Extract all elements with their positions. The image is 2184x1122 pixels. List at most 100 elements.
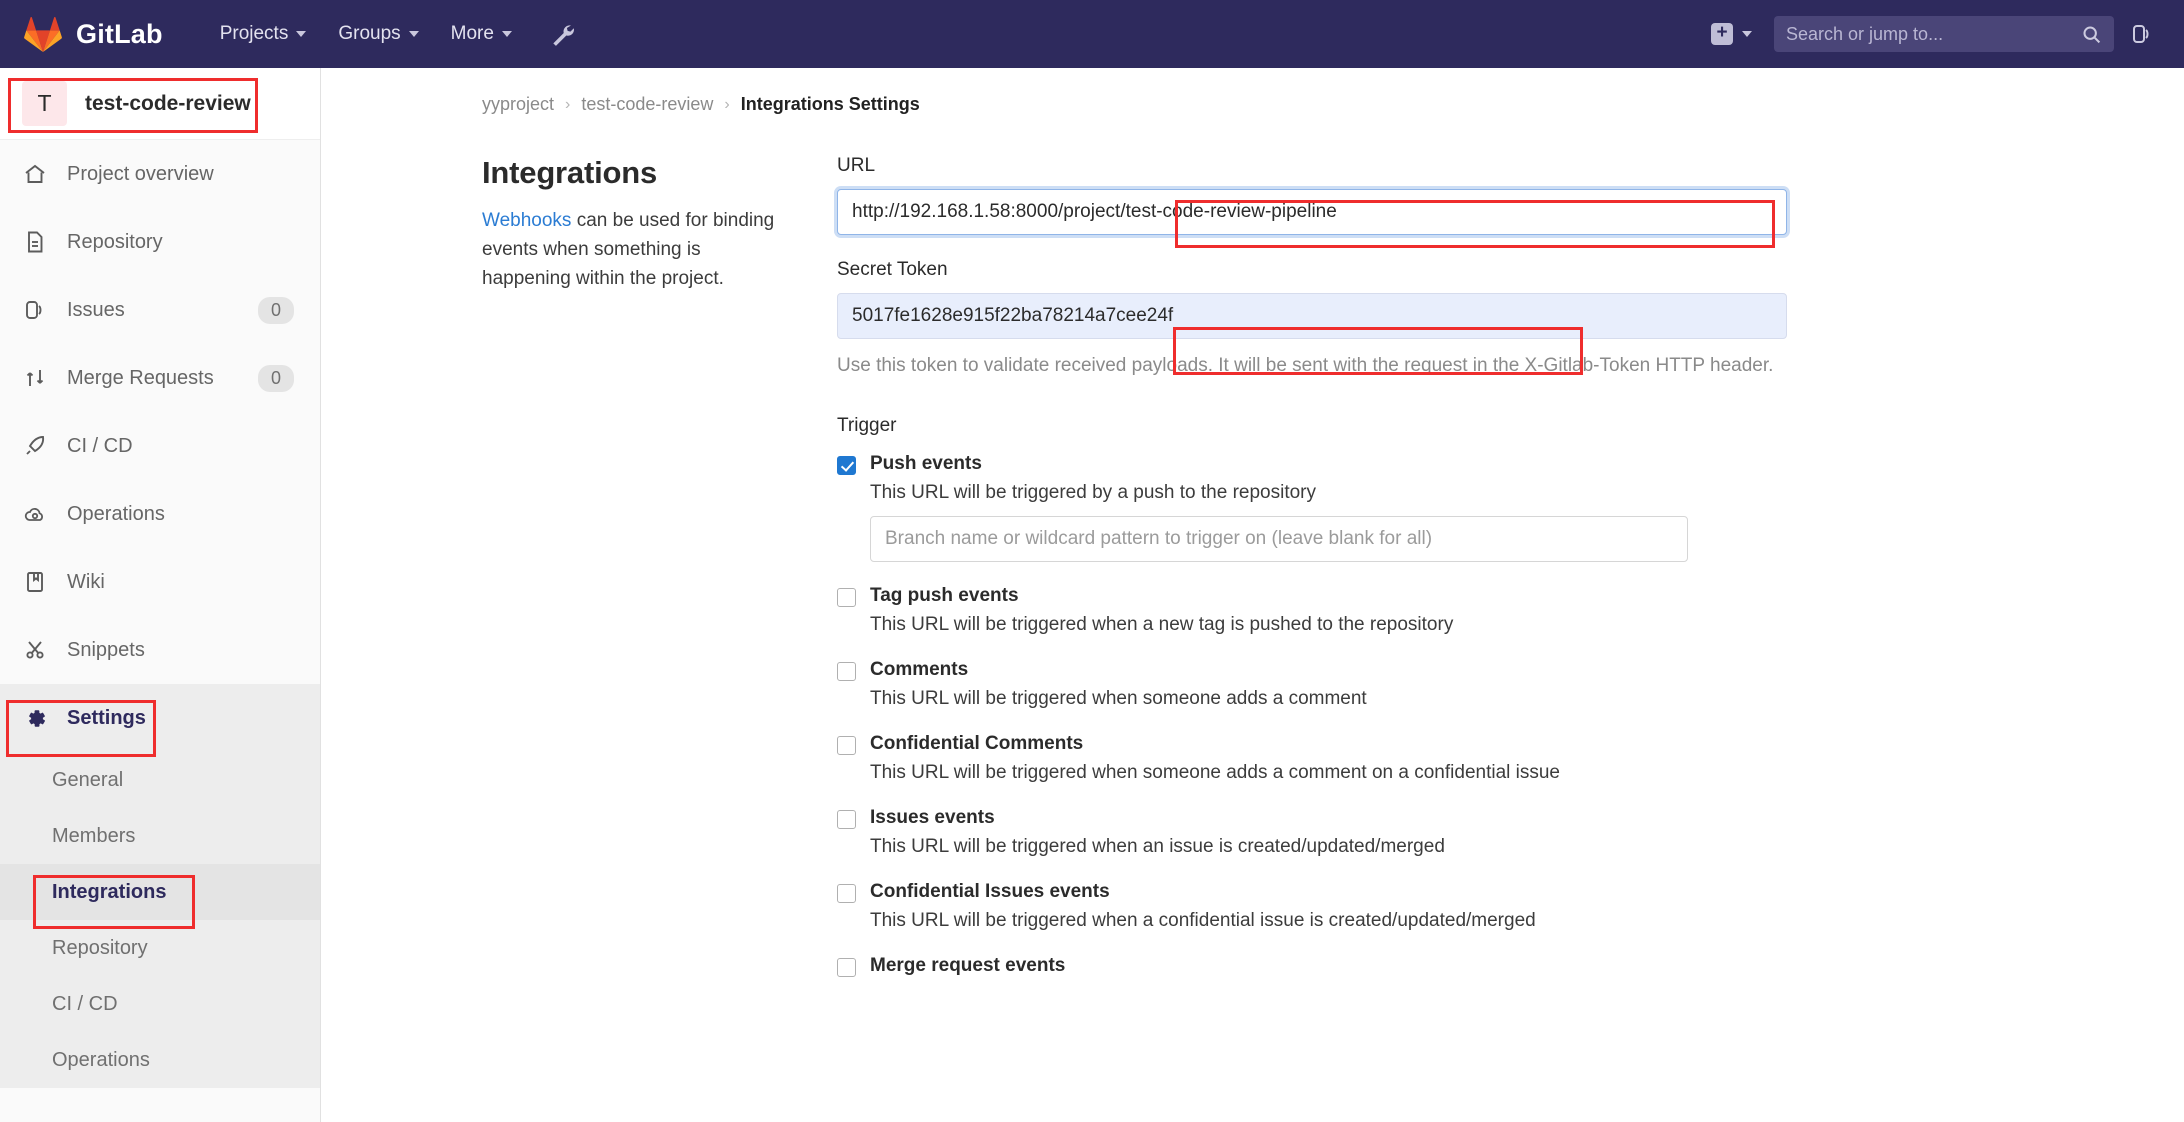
push-events-description: This URL will be triggered by a push to … xyxy=(870,481,1317,503)
merge-request-events-label[interactable]: Merge request events xyxy=(870,955,1065,977)
chevron-down-icon xyxy=(1742,31,1752,37)
push-events-branch-input[interactable] xyxy=(870,515,1688,562)
breadcrumb-separator-icon: › xyxy=(724,95,730,113)
project-header[interactable]: T test-code-review xyxy=(0,68,320,140)
issues-shortcut-button[interactable] xyxy=(2118,14,2166,54)
wrench-icon xyxy=(553,25,574,46)
global-search[interactable] xyxy=(1774,16,2114,52)
sidebar-item-snippets[interactable]: Snippets xyxy=(0,616,320,684)
issues-events-label[interactable]: Issues events xyxy=(870,807,995,829)
project-sidebar: T test-code-review Project overview Repo… xyxy=(0,68,321,1122)
confidential-issues-events-description: This URL will be triggered when a confid… xyxy=(870,909,1536,931)
rocket-icon xyxy=(22,433,48,459)
search-input[interactable] xyxy=(1786,23,2081,45)
sidebar-sublabel: Integrations xyxy=(52,880,167,903)
webhooks-link[interactable]: Webhooks xyxy=(482,210,571,231)
confidential-comments-checkbox[interactable] xyxy=(837,735,856,755)
search-icon xyxy=(2083,25,2101,43)
url-label: URL xyxy=(837,155,876,176)
sidebar-sublabel: Operations xyxy=(52,1048,150,1071)
sidebar-sublabel: General xyxy=(52,768,124,791)
sidebar-label: Issues xyxy=(67,298,125,321)
sidebar-label: CI / CD xyxy=(67,434,133,457)
confidential-comments-label[interactable]: Confidential Comments xyxy=(870,733,1083,755)
sidebar-item-repository[interactable]: Repository xyxy=(0,208,320,276)
sidebar-item-settings-cicd[interactable]: CI / CD xyxy=(0,976,320,1032)
trigger-push-events: Push events This URL will be triggered b… xyxy=(837,453,1787,562)
sidebar-label: Snippets xyxy=(67,638,145,661)
top-navbar: GitLab Projects Groups More + xyxy=(0,0,2184,68)
url-input[interactable] xyxy=(837,189,1787,235)
issues-icon xyxy=(22,297,48,323)
secret-token-field-group: Secret Token Use this token to validate … xyxy=(837,259,1787,381)
trigger-merge-request-events: Merge request events xyxy=(837,955,1787,977)
confidential-issues-events-label[interactable]: Confidential Issues events xyxy=(870,881,1110,903)
tag-push-events-label[interactable]: Tag push events xyxy=(870,585,1019,607)
sidebar-item-settings-integrations[interactable]: Integrations xyxy=(0,864,320,920)
document-icon xyxy=(22,229,48,255)
push-events-checkbox[interactable] xyxy=(837,455,856,475)
confidential-issues-events-checkbox[interactable] xyxy=(837,883,856,903)
sidebar-label: Repository xyxy=(67,230,163,253)
issues-events-checkbox[interactable] xyxy=(837,809,856,829)
sidebar-item-wiki[interactable]: Wiki xyxy=(0,548,320,616)
trigger-tag-push-events: Tag push events This URL will be trigger… xyxy=(837,585,1787,636)
breadcrumb-current: Integrations Settings xyxy=(740,94,920,114)
tag-push-events-checkbox[interactable] xyxy=(837,587,856,607)
sidebar-item-operations[interactable]: Operations xyxy=(0,480,320,548)
nav-groups[interactable]: Groups xyxy=(325,14,431,54)
nav-groups-label: Groups xyxy=(338,23,401,44)
merge-request-events-checkbox[interactable] xyxy=(837,957,856,977)
comments-label[interactable]: Comments xyxy=(870,659,968,681)
settings-section: Settings General Members Integrations Re… xyxy=(0,684,320,1088)
sidebar-item-settings-operations[interactable]: Operations xyxy=(0,1032,320,1088)
sidebar-label: Wiki xyxy=(67,570,105,593)
merge-requests-count-badge: 0 xyxy=(257,364,294,392)
gitlab-home-link[interactable]: GitLab xyxy=(0,16,163,52)
chevron-down-icon xyxy=(296,31,307,37)
navbar-right-actions: + xyxy=(1701,14,2184,54)
trigger-confidential-comments: Confidential Comments This URL will be t… xyxy=(837,733,1787,784)
scissors-icon xyxy=(22,637,48,663)
sidebar-item-merge-requests[interactable]: Merge Requests 0 xyxy=(0,344,320,412)
push-events-label[interactable]: Push events xyxy=(870,453,982,475)
sidebar-label: Project overview xyxy=(67,162,214,185)
issues-icon xyxy=(2133,25,2149,43)
main-content: yyproject › test-code-review › Integrati… xyxy=(322,68,2184,1122)
page-description: Webhooks can be used for binding events … xyxy=(482,207,791,294)
sidebar-label: Operations xyxy=(67,502,165,525)
sidebar-item-issues[interactable]: Issues 0 xyxy=(0,276,320,344)
sidebar-item-project-overview[interactable]: Project overview xyxy=(0,140,320,208)
sidebar-item-settings-general[interactable]: General xyxy=(0,752,320,808)
sidebar-sublabel: CI / CD xyxy=(52,992,118,1015)
plus-square-icon: + xyxy=(1711,23,1733,45)
breadcrumb-group[interactable]: yyproject xyxy=(482,94,554,115)
book-icon xyxy=(22,569,48,595)
sidebar-item-ci-cd[interactable]: CI / CD xyxy=(0,412,320,480)
new-item-button[interactable]: + xyxy=(1701,15,1762,53)
breadcrumb-project[interactable]: test-code-review xyxy=(581,94,713,115)
sidebar-item-settings-repository[interactable]: Repository xyxy=(0,920,320,976)
breadcrumb-separator-icon: › xyxy=(565,95,571,113)
issues-count-badge: 0 xyxy=(257,296,294,324)
nav-projects-label: Projects xyxy=(219,23,289,44)
home-icon xyxy=(22,161,48,187)
comments-checkbox[interactable] xyxy=(837,661,856,681)
secret-token-input[interactable] xyxy=(837,293,1787,339)
sidebar-item-settings[interactable]: Settings xyxy=(0,684,320,752)
nav-projects[interactable]: Projects xyxy=(207,14,320,54)
trigger-comments: Comments This URL will be triggered when… xyxy=(837,659,1787,710)
trigger-confidential-issues-events: Confidential Issues events This URL will… xyxy=(837,881,1787,932)
chevron-down-icon xyxy=(408,31,419,37)
gitlab-brand-label: GitLab xyxy=(76,18,163,49)
project-avatar: T xyxy=(22,81,67,126)
merge-request-icon xyxy=(22,365,48,391)
sidebar-sublabel: Members xyxy=(52,824,136,847)
admin-area-button[interactable] xyxy=(541,13,583,55)
page-title: Integrations xyxy=(482,155,658,190)
nav-more[interactable]: More xyxy=(438,14,525,54)
breadcrumb: yyproject › test-code-review › Integrati… xyxy=(322,68,2184,115)
sidebar-item-settings-members[interactable]: Members xyxy=(0,808,320,864)
webhook-form: URL Secret Token Use this token to valid… xyxy=(837,155,1787,1000)
chevron-down-icon xyxy=(501,31,512,37)
